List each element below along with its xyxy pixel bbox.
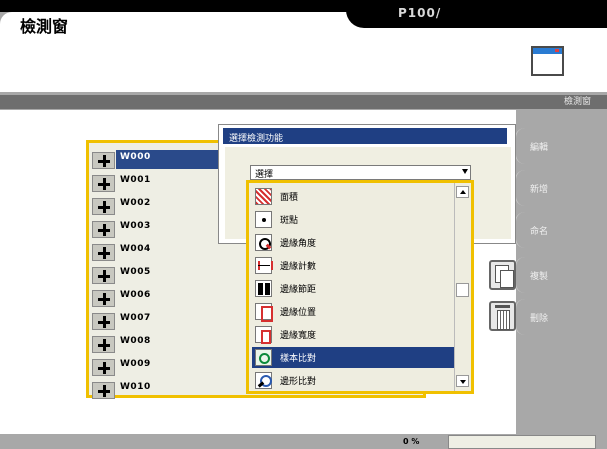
window-icon-close-dot (555, 49, 559, 52)
option-label: 邊緣計數 (280, 262, 317, 272)
edge-width-icon (255, 326, 272, 344)
expand-plus-icon[interactable] (92, 290, 115, 307)
new-button[interactable]: 新增 (515, 170, 595, 206)
edge-position-icon (255, 303, 273, 322)
edit-button-label: 編輯 (530, 143, 549, 153)
option-label: 樣本比對 (280, 354, 317, 364)
window-name: W005 (120, 267, 151, 277)
expand-plus-icon[interactable] (92, 382, 115, 399)
window-name: W006 (120, 290, 151, 300)
window-list-item-w007[interactable]: W007 (92, 311, 220, 330)
edge-pitch-icon (255, 280, 272, 297)
option-label: 邊緣位置 (280, 308, 317, 318)
dropdown-scrollbar[interactable] (454, 183, 470, 391)
window-list-item-w009[interactable]: W009 (92, 357, 220, 376)
new-button-label: 新增 (530, 185, 549, 195)
option-label: 邊緣節距 (280, 285, 317, 295)
edge-count-icon (255, 257, 273, 274)
model-label: P100/ (398, 6, 442, 20)
rename-button-label: 命名 (530, 227, 549, 237)
option-label: 斑點 (280, 216, 299, 226)
expand-plus-icon[interactable] (92, 198, 115, 215)
window-name: W002 (120, 198, 151, 208)
dialog-title-bar: 選擇檢測功能 (222, 127, 508, 145)
option-label: 邊緣角度 (280, 239, 317, 249)
window-list-item-w000[interactable]: W000 (92, 150, 220, 169)
window-name: W004 (120, 244, 151, 254)
scroll-down-icon[interactable] (456, 375, 469, 387)
page-title: 檢測窗 (20, 17, 69, 36)
edge-angle-icon (255, 234, 272, 251)
option-edge-position[interactable]: 邊緣位置 (252, 301, 456, 322)
window-list-item-w003[interactable]: W003 (92, 219, 220, 238)
option-edge-width[interactable]: 邊緣寬度 (252, 324, 456, 345)
area-icon (255, 188, 272, 205)
expand-plus-icon[interactable] (92, 359, 115, 376)
expand-plus-icon[interactable] (92, 244, 115, 261)
option-edge-pitch[interactable]: 邊緣節距 (252, 278, 456, 299)
window-icon[interactable] (531, 46, 564, 76)
inspection-window-screen: P100/ 檢測窗 檢測窗 編輯 新增 命名 複製 刪除 W000 W001 W… (0, 0, 607, 449)
expand-plus-icon[interactable] (92, 221, 115, 238)
copy-button[interactable]: 複製 (515, 257, 595, 293)
option-pattern-match[interactable]: 樣本比對 (252, 347, 456, 368)
section-band-label: 檢測窗 (563, 97, 591, 107)
dialog-title: 選擇檢測功能 (229, 134, 284, 144)
option-label: 邊緣寬度 (280, 331, 317, 341)
progress-text: 0 % (403, 437, 420, 446)
window-name: W003 (120, 221, 151, 231)
scroll-thumb[interactable] (456, 283, 469, 297)
window-name: W009 (120, 359, 151, 369)
function-select-value: 選擇 (255, 170, 274, 180)
delete-button-label: 刪除 (530, 314, 549, 324)
window-name: W000 (120, 152, 151, 162)
window-list-item-w001[interactable]: W001 (92, 173, 220, 192)
edit-button[interactable]: 編輯 (515, 128, 595, 164)
option-shape-match[interactable]: 邊形比對 (252, 370, 456, 391)
copy-button-label: 複製 (530, 272, 549, 282)
option-label: 面積 (280, 193, 299, 203)
copy-icon[interactable] (489, 260, 516, 290)
window-list-item-w008[interactable]: W008 (92, 334, 220, 353)
option-area[interactable]: 面積 (252, 186, 456, 207)
function-dropdown-list: 面積 斑點 邊緣角度 邊緣計數 邊緣節距 邊緣位置 邊緣寬度 樣本比對 邊形比對 (246, 180, 474, 394)
chevron-down-icon[interactable] (462, 169, 468, 174)
window-list-item-w010[interactable]: W010 (92, 380, 220, 399)
delete-button[interactable]: 刪除 (515, 299, 595, 335)
function-select[interactable]: 選擇 (250, 165, 471, 180)
model-tab (346, 0, 607, 28)
spot-icon (255, 211, 272, 228)
option-edge-angle[interactable]: 邊緣角度 (252, 232, 456, 253)
expand-plus-icon[interactable] (92, 267, 115, 284)
window-name: W010 (120, 382, 151, 392)
trash-icon[interactable] (489, 301, 516, 331)
window-name: W008 (120, 336, 151, 346)
window-list-item-w005[interactable]: W005 (92, 265, 220, 284)
option-label: 邊形比對 (280, 377, 317, 387)
expand-plus-icon[interactable] (92, 313, 115, 330)
window-name: W001 (120, 175, 151, 185)
shape-match-icon (255, 372, 272, 389)
section-band: 檢測窗 (0, 95, 607, 109)
expand-plus-icon[interactable] (92, 336, 115, 353)
status-field (448, 435, 596, 449)
scroll-up-icon[interactable] (456, 186, 469, 198)
pattern-match-icon (255, 349, 272, 366)
expand-plus-icon[interactable] (92, 152, 115, 169)
window-list-item-w004[interactable]: W004 (92, 242, 220, 261)
expand-plus-icon[interactable] (92, 175, 115, 192)
rename-button[interactable]: 命名 (515, 212, 595, 248)
window-list-item-w002[interactable]: W002 (92, 196, 220, 215)
window-list-item-w006[interactable]: W006 (92, 288, 220, 307)
window-name: W007 (120, 313, 151, 323)
option-edge-count[interactable]: 邊緣計數 (252, 255, 456, 276)
option-spot[interactable]: 斑點 (252, 209, 456, 230)
